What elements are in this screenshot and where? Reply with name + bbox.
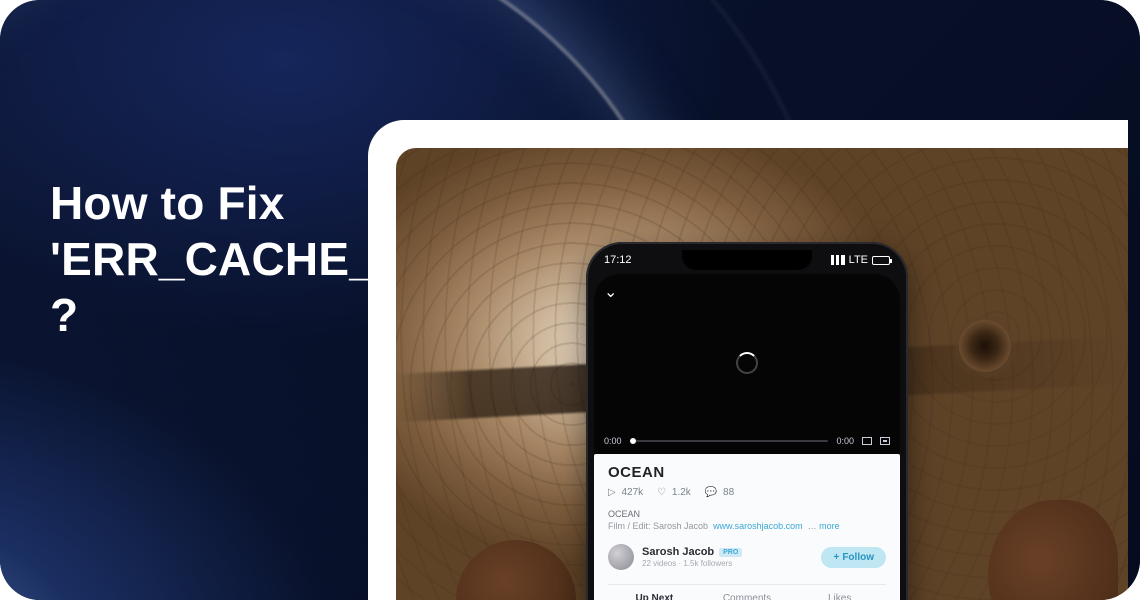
video-meta: OCEAN Film / Edit: Sarosh Jacob www.saro…: [608, 508, 886, 532]
phone-frame: 17:12 LTE ⌄ 0:00 0:00: [586, 242, 908, 600]
video-title: OCEAN: [608, 464, 886, 481]
tab-likes[interactable]: Likes: [793, 585, 886, 600]
battery-icon: [872, 256, 890, 265]
meta-more[interactable]: more: [819, 521, 840, 531]
signal-icon: [831, 255, 845, 265]
chevron-down-icon[interactable]: ⌄: [604, 282, 617, 302]
photo-wood-phone: 17:12 LTE ⌄ 0:00 0:00: [396, 148, 1128, 600]
wood-knot: [959, 320, 1011, 372]
cast-icon[interactable]: [862, 437, 872, 445]
fullscreen-icon[interactable]: [880, 437, 890, 445]
phone-statusbar: 17:12 LTE: [604, 252, 890, 268]
status-network: LTE: [849, 254, 868, 266]
tab-comments[interactable]: Comments: [701, 585, 794, 600]
meta-link[interactable]: www.saroshjacob.com: [713, 521, 803, 531]
stat-plays: ▷ 427k: [608, 487, 643, 498]
time-current: 0:00: [604, 436, 622, 446]
loading-spinner-icon: [736, 352, 758, 374]
tabs: Up Next Comments Likes: [608, 584, 886, 600]
channel-name[interactable]: Sarosh Jacob: [642, 546, 714, 558]
video-info-panel: OCEAN ▷ 427k ♡ 1.2k 💬 88 OCEAN Film / Ed…: [594, 454, 900, 600]
follow-button[interactable]: + Follow: [821, 547, 886, 568]
plus-icon: +: [833, 552, 839, 563]
stat-likes[interactable]: ♡ 1.2k: [657, 487, 691, 498]
photo-card: 17:12 LTE ⌄ 0:00 0:00: [368, 120, 1128, 600]
progress-bar[interactable]: [630, 440, 829, 442]
pro-badge: PRO: [719, 548, 742, 557]
status-time: 17:12: [604, 254, 632, 266]
video-player[interactable]: ⌄ 0:00 0:00: [594, 274, 900, 454]
stat-comments[interactable]: 💬 88: [705, 487, 734, 498]
follow-label: Follow: [842, 552, 874, 563]
avatar[interactable]: [608, 544, 634, 570]
channel-sub: 22 videos · 1.5k followers: [642, 559, 813, 568]
meta-title: OCEAN: [608, 508, 886, 520]
tab-upnext[interactable]: Up Next: [608, 585, 701, 600]
headline-title: How to Fix 'ERR_CACHE_MISS' ?: [50, 175, 380, 343]
meta-credit: Film / Edit: Sarosh Jacob: [608, 521, 708, 531]
time-total: 0:00: [836, 436, 854, 446]
